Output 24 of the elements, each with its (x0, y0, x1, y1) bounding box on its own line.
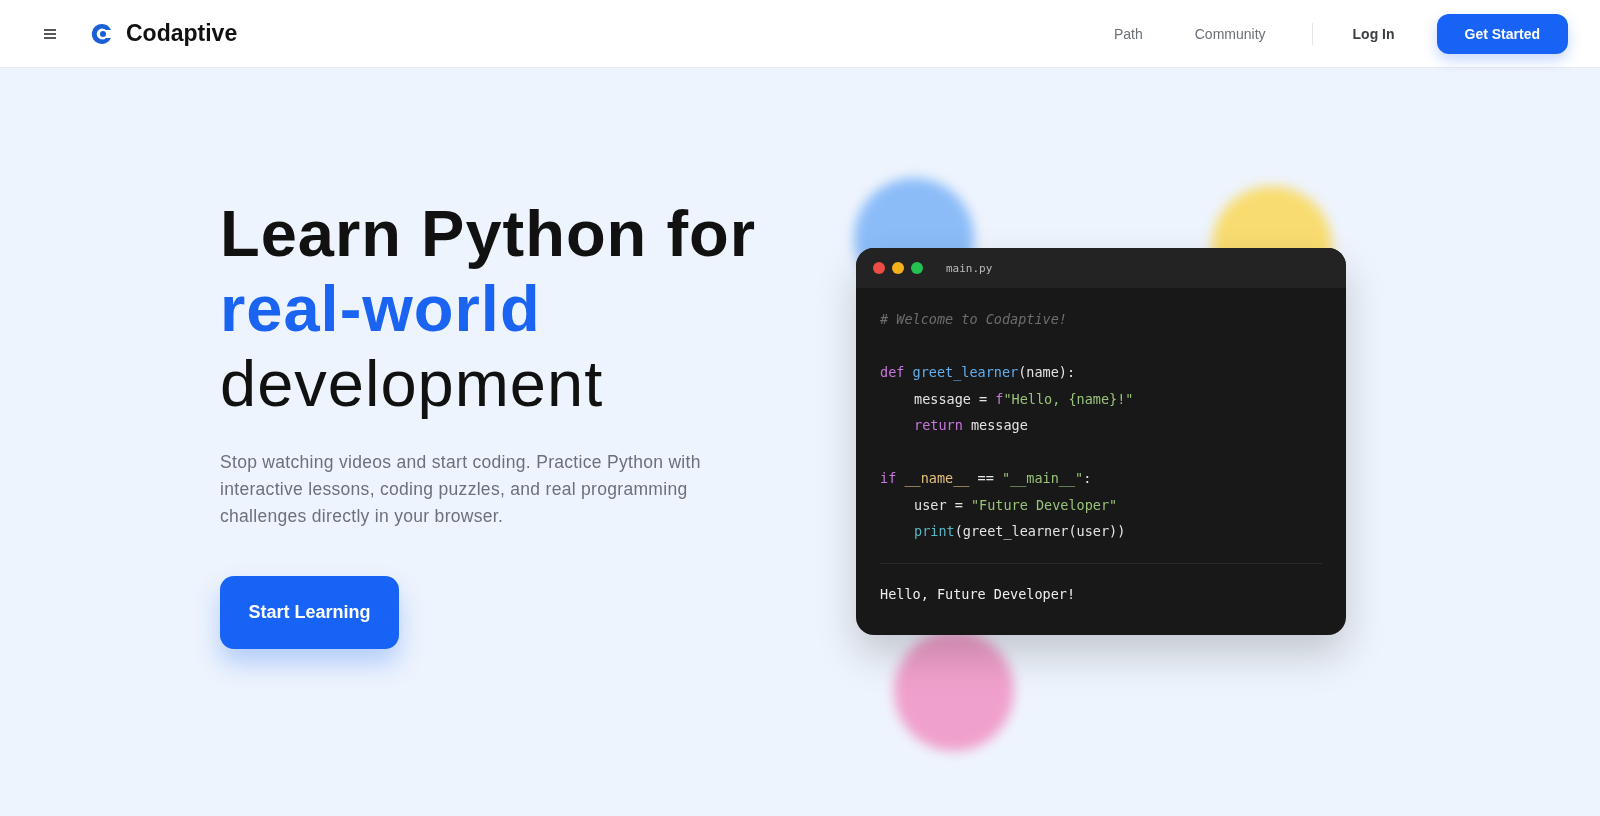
code-line: def greet_learner(name): (880, 363, 1076, 383)
login-link[interactable]: Log In (1352, 25, 1395, 42)
file-name: main.py (946, 261, 993, 275)
close-dot-icon (873, 262, 885, 274)
code-line: if __name__ == "__main__": (880, 469, 1092, 489)
maximize-dot-icon (911, 262, 923, 274)
code-line: # Welcome to Codaptive! (880, 310, 1067, 329)
nav-link[interactable]: Community (1194, 25, 1266, 42)
hero-heading-line: development (220, 346, 605, 421)
code-line: return message (913, 416, 1028, 435)
get-started-button[interactable]: Get Started (1436, 13, 1568, 54)
hero-heading-line: Learn Python for (220, 196, 758, 271)
console-output: Hello, Future Developer! (879, 584, 1077, 602)
hero-heading-line: real-world (220, 271, 542, 346)
minimize-dot-icon (892, 262, 904, 274)
logo-icon (90, 21, 114, 46)
code-line: message = f"Hello, {name}!" (913, 389, 1134, 409)
code-line: user = "Future Developer" (913, 495, 1118, 515)
nav-link[interactable]: Path (1113, 25, 1143, 42)
start-learning-button[interactable]: Start Learning (220, 576, 399, 649)
menu-icon (44, 28, 56, 39)
code-line: print(greet_learner(user)) (913, 522, 1126, 542)
hero-description: Stop watching videos and start coding. Practice Python with interactive lessons, coding puzzles, and real programming challenges directly in your browser. (220, 451, 702, 528)
brand-name: Codaptive (126, 20, 238, 47)
